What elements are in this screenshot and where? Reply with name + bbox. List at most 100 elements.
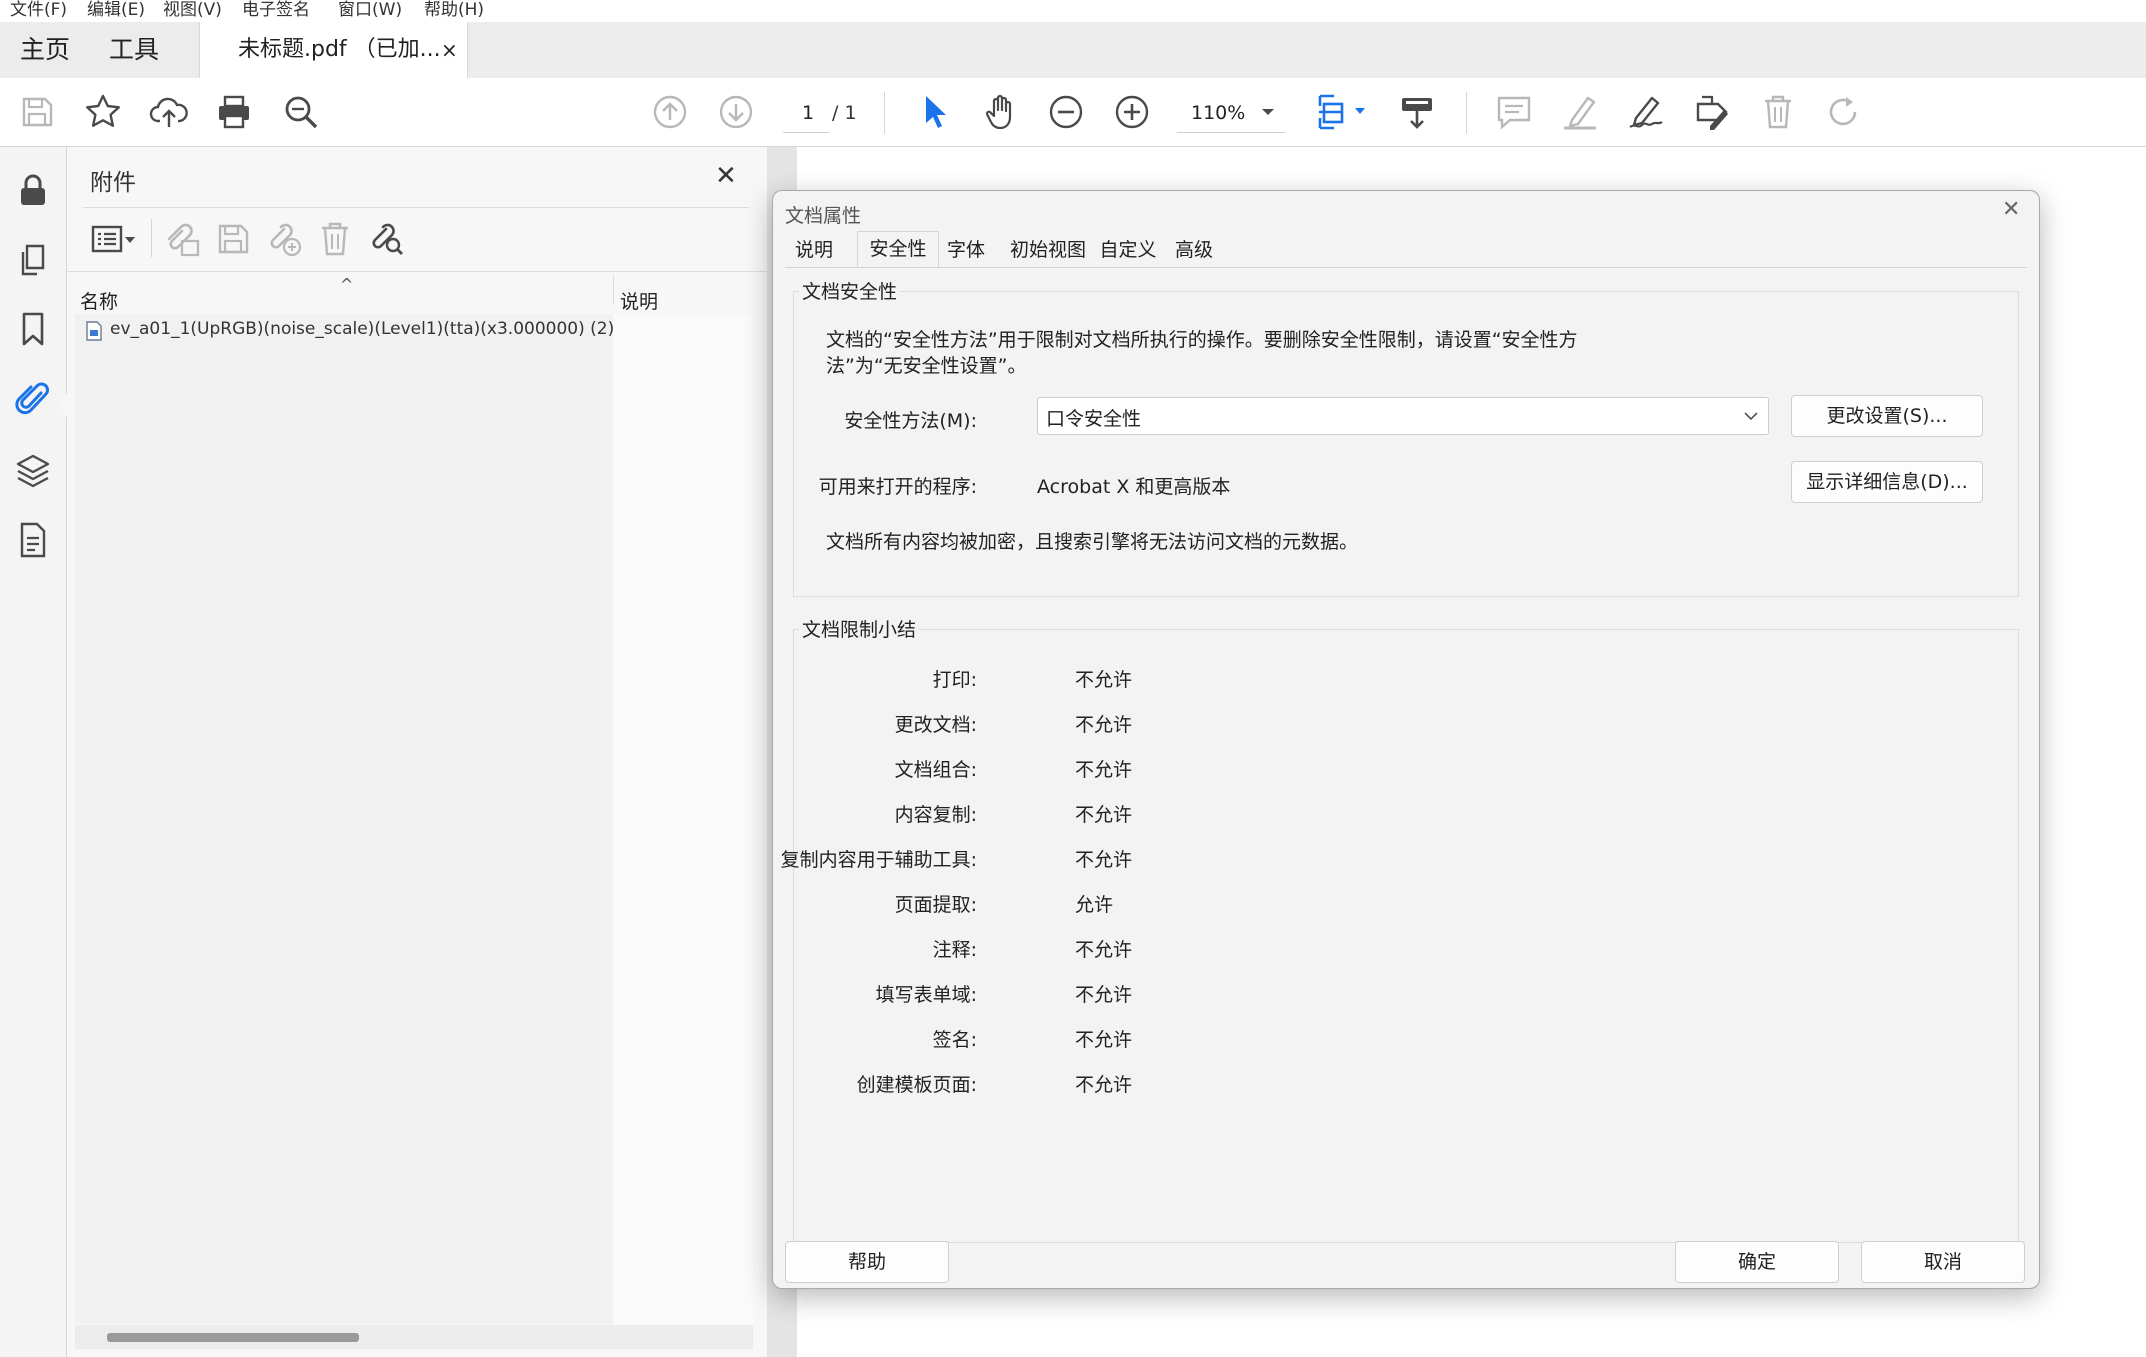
restriction-value: 不允许 (1075, 1029, 1133, 1051)
menu-help[interactable]: 帮助(H) (424, 0, 484, 22)
change-settings-button[interactable]: 更改设置(S)... (1791, 395, 1983, 437)
column-desc-header[interactable]: 说明 (620, 287, 658, 314)
cloud-upload-icon[interactable] (149, 92, 189, 132)
dialog-tab-security[interactable]: 安全性 (857, 231, 939, 268)
security-description-line1: 文档的“安全性方法”用于限制对文档所执行的操作。要删除安全性限制，请设置“安全性… (826, 329, 1578, 351)
pages-icon[interactable] (13, 240, 53, 280)
search-attachment-icon[interactable] (366, 219, 406, 259)
menu-window[interactable]: 窗口(W) (338, 0, 402, 22)
save-icon[interactable] (17, 92, 57, 132)
attachments-list: ev_a01_1(UpRGB)(noise_scale)(Level1)(tta… (75, 314, 652, 1324)
restriction-label: 更改文档: (894, 714, 977, 736)
search-icon[interactable] (281, 92, 321, 132)
document-icon[interactable] (13, 520, 53, 560)
scrollbar-thumb[interactable] (107, 1333, 359, 1342)
restriction-label: 打印: (932, 669, 977, 691)
restriction-value: 不允许 (1075, 984, 1133, 1006)
attachments-header: 附件 ✕ (67, 147, 767, 207)
help-button[interactable]: 帮助 (785, 1241, 949, 1283)
zoom-select[interactable]: 110% (1177, 92, 1285, 133)
restriction-label: 创建模板页面: (856, 1074, 977, 1096)
security-method-label: 安全性方法(M): (844, 410, 977, 432)
toolbar: 1 / 1 110% (0, 78, 2146, 147)
chevron-down-icon (1262, 109, 1274, 115)
highlighter-icon[interactable] (1560, 92, 1600, 132)
close-panel-icon[interactable]: ✕ (715, 161, 737, 191)
cancel-button[interactable]: 取消 (1861, 1241, 2025, 1283)
show-details-button[interactable]: 显示详细信息(D)... (1791, 461, 1983, 503)
ok-button[interactable]: 确定 (1675, 1241, 1839, 1283)
restriction-label: 内容复制: (894, 804, 977, 826)
attachments-title: 附件 (90, 170, 136, 196)
dialog-tab-advanced[interactable]: 高级 (1163, 235, 1225, 265)
restriction-label: 文档组合: (894, 759, 977, 781)
print-icon[interactable] (214, 92, 254, 132)
restriction-value: 允许 (1075, 894, 1114, 916)
tab-close-icon[interactable]: × (441, 22, 458, 78)
tab-tools[interactable]: 工具 (109, 22, 159, 78)
security-legend: 文档安全性 (799, 277, 901, 304)
restriction-value: 不允许 (1075, 759, 1133, 781)
restriction-value: 不允许 (1075, 669, 1133, 691)
restriction-label: 填写表单域: (875, 984, 977, 1006)
next-page-icon[interactable] (716, 92, 756, 132)
options-menu-icon[interactable] (89, 219, 139, 259)
menu-file[interactable]: 文件(F) (10, 0, 67, 22)
restriction-value: 不允许 (1075, 714, 1133, 736)
chevron-down-icon (1744, 412, 1758, 421)
dialog-tab-fonts[interactable]: 字体 (937, 235, 995, 265)
add-attachment-icon[interactable] (162, 219, 202, 259)
prev-page-icon[interactable] (650, 92, 690, 132)
sort-arrow-icon: ^ (340, 275, 354, 294)
restrictions-legend: 文档限制小结 (799, 615, 920, 642)
restriction-value: 不允许 (1075, 939, 1133, 961)
restriction-label: 页面提取: (894, 894, 977, 916)
security-method-select[interactable]: 口令安全性 (1037, 397, 1769, 435)
list-item[interactable]: ev_a01_1(UpRGB)(noise_scale)(Level1)(tta… (75, 314, 652, 346)
sign-pen-icon[interactable] (1626, 92, 1666, 132)
edit-stamp-icon[interactable] (1692, 92, 1732, 132)
read-mode-icon[interactable] (1397, 92, 1437, 132)
dialog-title: 文档属性 (785, 205, 862, 227)
dialog-tab-initial-view[interactable]: 初始视图 (1005, 235, 1091, 265)
save-attachment-icon[interactable] (213, 219, 253, 259)
program-value: Acrobat X 和更高版本 (1037, 476, 1231, 498)
column-name-header[interactable]: 名称 (80, 287, 118, 314)
restriction-value: 不允许 (1075, 1074, 1133, 1096)
lock-icon[interactable] (13, 170, 53, 210)
star-icon[interactable] (83, 92, 123, 132)
horizontal-scrollbar[interactable] (75, 1325, 753, 1349)
delete-icon[interactable] (1758, 92, 1798, 132)
delete-attachment-icon[interactable] (315, 219, 355, 259)
image-file-icon (86, 321, 102, 341)
zoom-in-icon[interactable] (1112, 92, 1152, 132)
zoom-out-icon[interactable] (1046, 92, 1086, 132)
dialog-tab-description[interactable]: 说明 (783, 235, 845, 265)
attachments-panel: 附件 ✕ 名称 ^ 说明 ev_a01_1(UpRGB)(noise_scale… (67, 147, 767, 1357)
tab-document-label: 未标题.pdf （已加... (238, 37, 441, 62)
hand-tool-icon[interactable] (981, 92, 1021, 132)
restriction-label: 复制内容用于辅助工具: (780, 849, 977, 871)
page-total: / 1 (832, 102, 857, 124)
comment-icon[interactable] (1494, 92, 1534, 132)
paperclip-icon[interactable] (13, 379, 53, 419)
security-description-line2: 法”为“无安全性设置”。 (826, 355, 1027, 377)
tab-home[interactable]: 主页 (20, 22, 70, 78)
menu-esign[interactable]: 电子签名 (242, 0, 310, 22)
attach-add-icon[interactable] (264, 219, 304, 259)
bookmark-icon[interactable] (13, 309, 53, 349)
tab-document[interactable]: 未标题.pdf （已加... × (199, 22, 468, 79)
restriction-label: 签名: (932, 1029, 977, 1051)
redo-icon[interactable] (1824, 92, 1864, 132)
active-nav-pointer (57, 393, 67, 417)
tab-bar: 主页 工具 未标题.pdf （已加... × (0, 22, 2146, 79)
dialog-tab-custom[interactable]: 自定义 (1093, 235, 1163, 265)
restriction-label: 注释: (932, 939, 977, 961)
dialog-close-icon[interactable]: ✕ (2002, 197, 2020, 222)
menu-view[interactable]: 视图(V) (163, 0, 222, 22)
page-number-input[interactable]: 1 (783, 92, 829, 133)
select-cursor-icon[interactable] (915, 92, 955, 132)
menu-edit[interactable]: 编辑(E) (87, 0, 145, 22)
layers-icon[interactable] (13, 451, 53, 491)
fit-page-icon[interactable] (1315, 92, 1369, 132)
